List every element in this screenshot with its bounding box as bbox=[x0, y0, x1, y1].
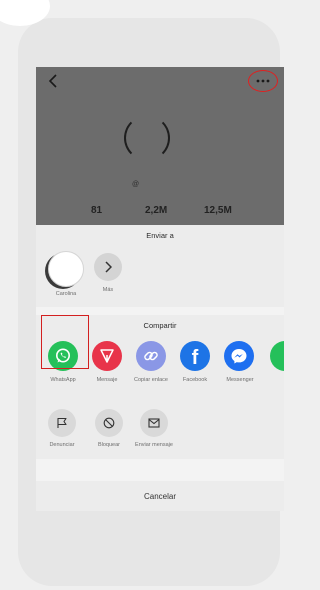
profile-handle: @ bbox=[132, 181, 140, 188]
followers-count[interactable]: 2,2M bbox=[145, 205, 167, 216]
report-label: Denunciar bbox=[49, 442, 75, 448]
block-icon[interactable] bbox=[95, 409, 123, 437]
report-highlight bbox=[41, 315, 89, 369]
profile-header: @ 81 2,2M 12,5M bbox=[36, 67, 284, 225]
envelope-icon[interactable] bbox=[140, 409, 168, 437]
chevron-right-icon bbox=[105, 261, 112, 273]
send-to-section: Enviar a Carolina Más bbox=[36, 225, 284, 307]
messenger-icon[interactable] bbox=[224, 341, 254, 371]
more-contacts-button[interactable] bbox=[94, 253, 122, 281]
send-message-label: Enviar mensaje bbox=[135, 442, 173, 448]
link-icon[interactable] bbox=[136, 341, 166, 371]
contact-avatar-carolina[interactable] bbox=[48, 251, 84, 287]
messenger-label: Messenger bbox=[226, 377, 254, 383]
facebook-label: Facebook bbox=[182, 377, 208, 383]
flag-icon[interactable] bbox=[48, 409, 76, 437]
block-label: Bloquear bbox=[97, 442, 121, 448]
profile-avatar[interactable] bbox=[124, 115, 170, 161]
following-count[interactable]: 81 bbox=[91, 205, 102, 216]
app-screen: @ 81 2,2M 12,5M Enviar a Carolina Más Co… bbox=[36, 67, 284, 511]
more-apps-icon[interactable] bbox=[270, 341, 284, 371]
likes-count: 12,5M bbox=[204, 205, 232, 216]
whatsapp-label: WhatsApp bbox=[50, 377, 76, 383]
more-contacts-label: Más bbox=[102, 287, 114, 293]
message-label: Mensaje bbox=[96, 377, 118, 383]
send-to-title: Enviar a bbox=[146, 231, 174, 240]
more-options-button[interactable] bbox=[248, 70, 278, 92]
cancel-button[interactable]: Cancelar bbox=[36, 481, 284, 511]
contact-label: Carolina bbox=[55, 291, 77, 297]
facebook-icon[interactable]: f bbox=[180, 341, 210, 371]
copy-link-label: Copiar enlace bbox=[134, 377, 168, 383]
profile-stats: 81 2,2M 12,5M bbox=[36, 205, 284, 221]
ellipsis-icon bbox=[256, 79, 270, 83]
send-arrow-icon[interactable] bbox=[92, 341, 122, 371]
back-arrow-icon[interactable] bbox=[43, 71, 63, 91]
